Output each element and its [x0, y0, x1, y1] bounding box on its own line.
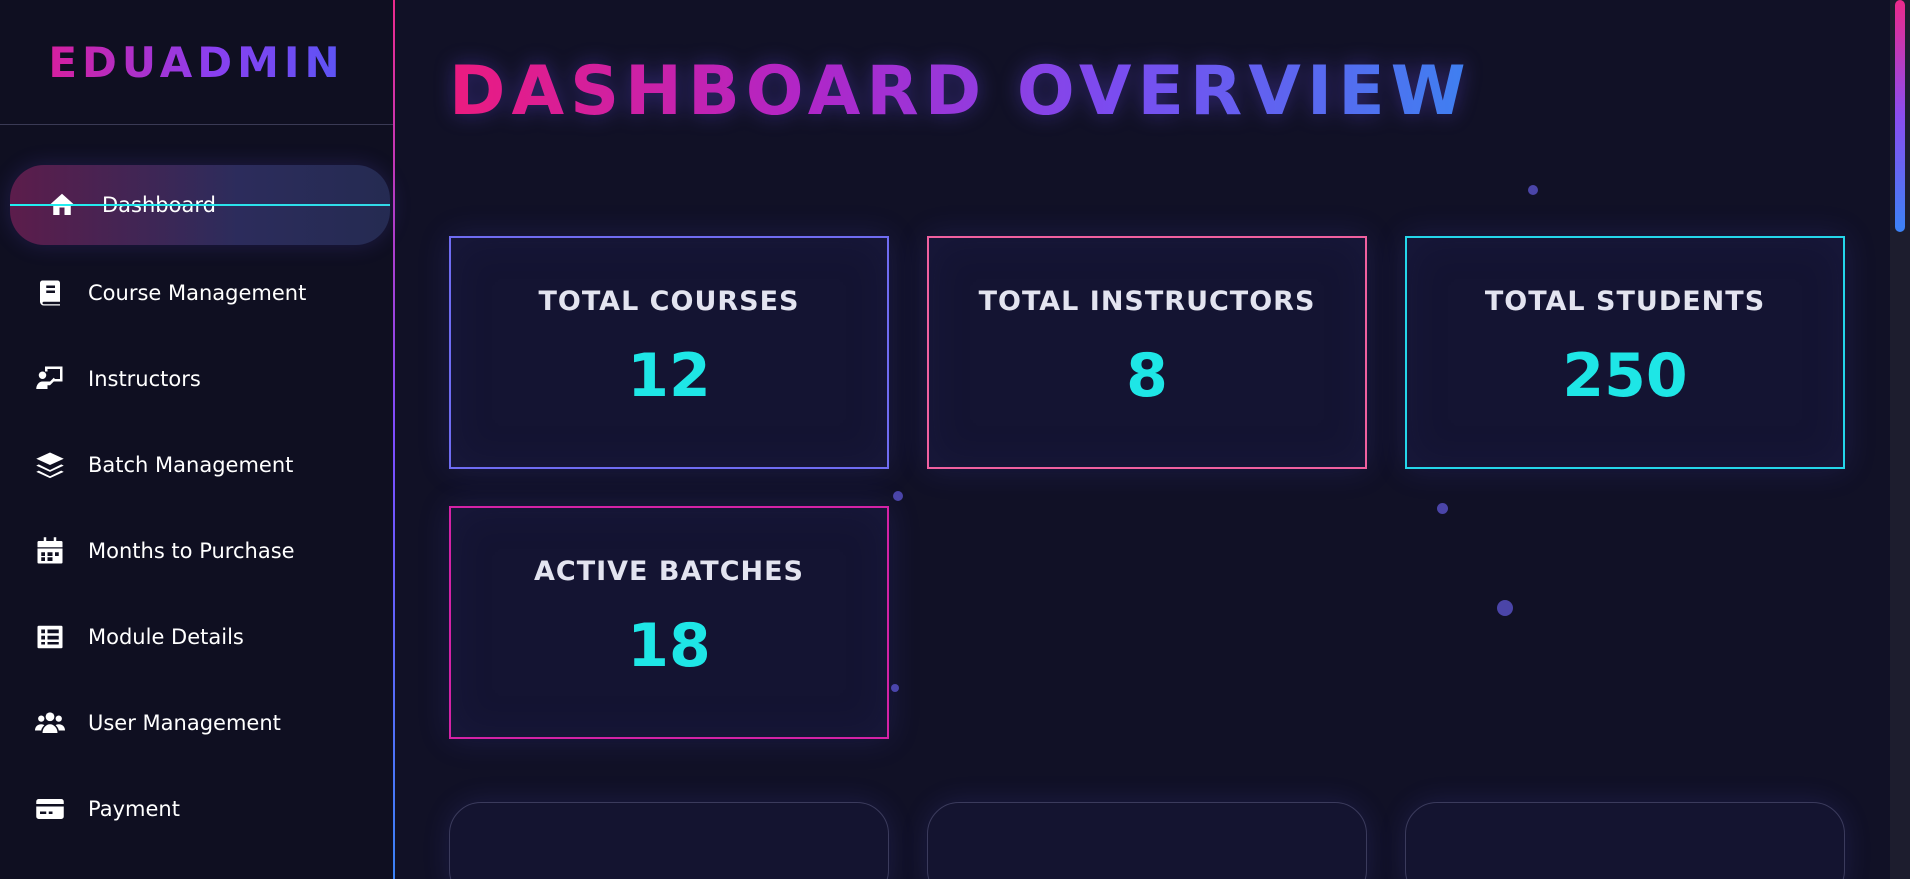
- sidebar-item-user-management[interactable]: User Management: [0, 683, 393, 763]
- bottom-panel: [449, 802, 889, 879]
- chalkboard-teacher-icon: [34, 363, 66, 395]
- main-content: DASHBOARD OVERVIEW TOTAL COURSES 12 TOTA…: [397, 0, 1890, 879]
- stat-card-total-students[interactable]: TOTAL STUDENTS 250: [1405, 236, 1845, 469]
- brand-header: EDUADMIN: [0, 0, 393, 125]
- brand-logo-text[interactable]: EDUADMIN: [48, 38, 344, 87]
- stat-value: 250: [1562, 341, 1688, 411]
- sidebar-item-label: Months to Purchase: [88, 539, 295, 563]
- decorative-dot: [1528, 185, 1538, 195]
- stat-value: 8: [1126, 341, 1168, 411]
- stat-value: 12: [627, 341, 711, 411]
- page-title: DASHBOARD OVERVIEW: [449, 52, 1472, 131]
- sidebar-item-label: Dashboard: [102, 193, 216, 217]
- stat-value: 18: [627, 611, 711, 681]
- calendar-icon: [34, 535, 66, 567]
- sidebar-item-label: Course Management: [88, 281, 307, 305]
- decorative-dot: [1497, 600, 1513, 616]
- stat-label: TOTAL COURSES: [538, 286, 800, 317]
- sidebar-item-batch-management[interactable]: Batch Management: [0, 425, 393, 505]
- credit-card-icon: [34, 793, 66, 825]
- sidebar: EDUADMIN Dashboard Course Management Ins…: [0, 0, 395, 879]
- users-icon: [34, 707, 66, 739]
- bottom-panel: [927, 802, 1367, 879]
- list-icon: [34, 621, 66, 653]
- bottom-panel: [1405, 802, 1845, 879]
- sidebar-item-dashboard[interactable]: Dashboard: [10, 165, 390, 245]
- sidebar-item-months-to-purchase[interactable]: Months to Purchase: [0, 511, 393, 591]
- decorative-dot: [893, 491, 903, 501]
- stat-card-active-batches[interactable]: ACTIVE BATCHES 18: [449, 506, 889, 739]
- scrollbar-thumb[interactable]: [1895, 0, 1905, 232]
- stat-label: ACTIVE BATCHES: [533, 556, 804, 587]
- sidebar-item-label: Module Details: [88, 625, 244, 649]
- sidebar-item-course-management[interactable]: Course Management: [0, 253, 393, 333]
- page-scrollbar[interactable]: [1890, 0, 1910, 879]
- sidebar-item-instructors[interactable]: Instructors: [0, 339, 393, 419]
- layers-icon: [34, 449, 66, 481]
- sidebar-item-label: Payment: [88, 797, 180, 821]
- sidebar-item-payment[interactable]: Payment: [0, 769, 393, 849]
- stat-card-total-instructors[interactable]: TOTAL INSTRUCTORS 8: [927, 236, 1367, 469]
- stat-label: TOTAL INSTRUCTORS: [978, 286, 1316, 317]
- sidebar-item-module-details[interactable]: Module Details: [0, 597, 393, 677]
- book-icon: [34, 277, 66, 309]
- stat-card-total-courses[interactable]: TOTAL COURSES 12: [449, 236, 889, 469]
- home-icon: [46, 189, 78, 221]
- sidebar-item-label: User Management: [88, 711, 281, 735]
- decorative-dot: [1437, 503, 1448, 514]
- decorative-dot: [891, 684, 899, 692]
- stat-label: TOTAL STUDENTS: [1484, 286, 1766, 317]
- sidebar-item-label: Instructors: [88, 367, 201, 391]
- sidebar-item-label: Batch Management: [88, 453, 294, 477]
